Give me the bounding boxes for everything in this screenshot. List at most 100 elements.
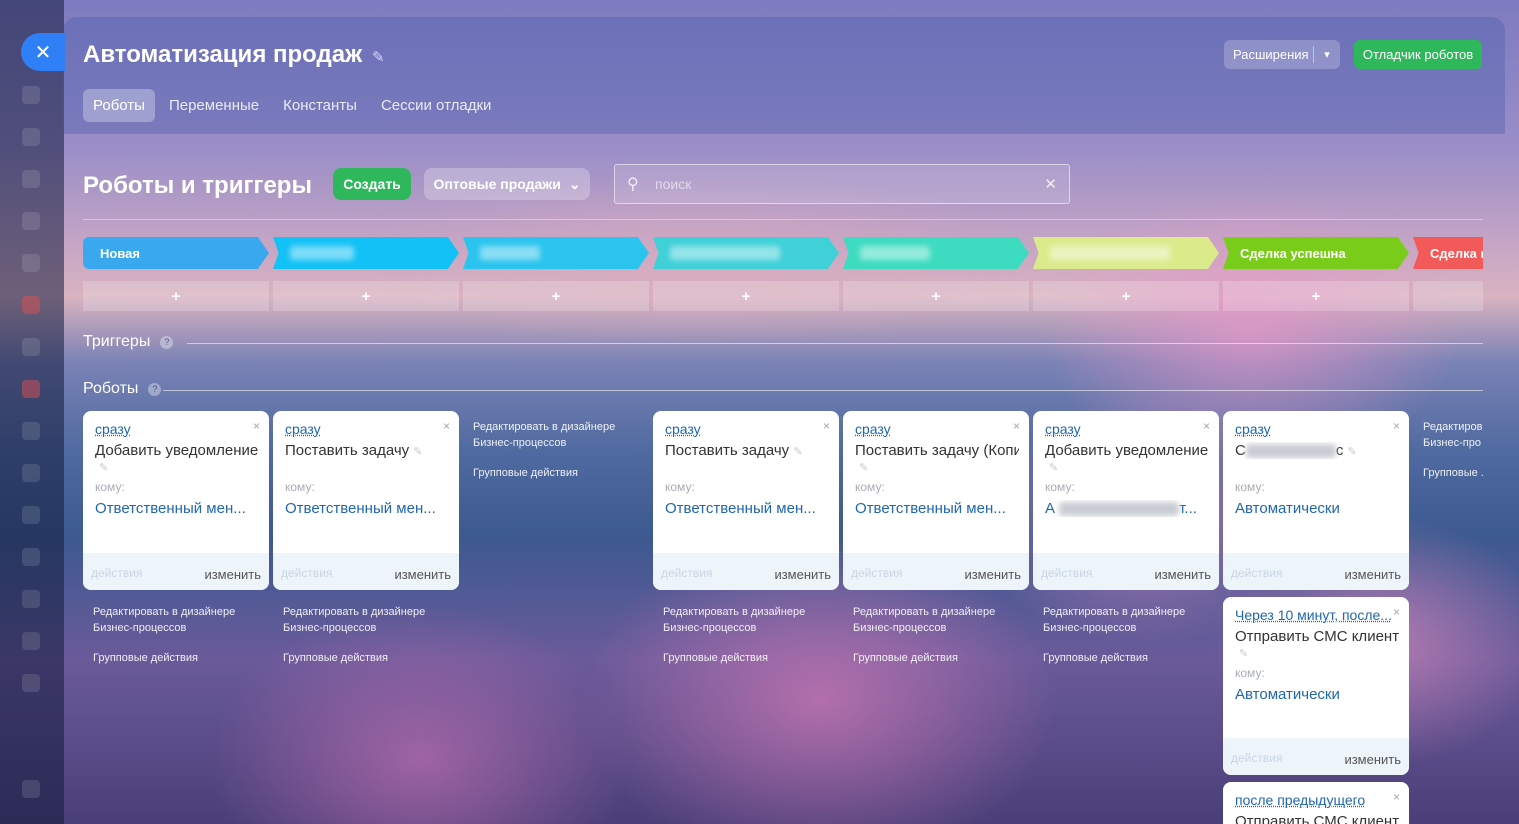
robot-name: Поставить задачу ✎ — [285, 442, 449, 459]
robot-card[interactable]: × после предыдущего Отправить СМС клиент… — [1223, 782, 1409, 824]
delete-robot-icon[interactable]: × — [1203, 419, 1210, 433]
group-actions-link[interactable]: Групповые действия — [283, 650, 443, 666]
change-link[interactable]: изменить — [964, 567, 1021, 582]
add-trigger-button[interactable]: + — [1223, 281, 1409, 311]
robot-card[interactable]: × сразу Поставить задачу ✎ кому: Ответст… — [653, 411, 839, 590]
edit-in-designer-link[interactable]: Редактировать в дизайнере Бизнес-процесс… — [663, 604, 823, 636]
pencil-icon[interactable]: ✎ — [99, 461, 108, 474]
recipient-label: кому: — [1235, 666, 1265, 680]
change-link[interactable]: изменить — [394, 567, 451, 582]
robot-card[interactable]: × сразу Добавить уведомление ✎ кому: Отв… — [83, 411, 269, 590]
robot-card[interactable]: × сразу Поставить задачу ✎ кому: Ответст… — [273, 411, 459, 590]
group-actions-link[interactable]: Групповые . — [1423, 465, 1493, 481]
chevron-down-icon[interactable]: ▾ — [1314, 48, 1340, 61]
robot-trigger-link[interactable]: после предыдущего — [1235, 792, 1365, 808]
delete-robot-icon[interactable]: × — [253, 419, 260, 433]
pencil-icon[interactable]: ✎ — [413, 446, 422, 458]
stage-new[interactable]: Новая — [83, 237, 269, 269]
search-input[interactable] — [655, 173, 1035, 195]
actions-link[interactable]: действия — [281, 566, 332, 580]
actions-link[interactable]: действия — [851, 566, 902, 580]
group-actions-link[interactable]: Групповые действия — [663, 650, 823, 666]
add-trigger-button[interactable]: + — [1033, 281, 1219, 311]
tab-variables[interactable]: Переменные — [159, 89, 269, 122]
tab-debug-sessions[interactable]: Сессии отладки — [371, 89, 501, 122]
robot-trigger-link[interactable]: сразу — [1045, 421, 1081, 437]
robot-trigger-link[interactable]: Через 10 минут, после... — [1235, 607, 1392, 623]
search-box[interactable]: ⚲ ✕ — [614, 164, 1070, 204]
change-link[interactable]: изменить — [204, 567, 261, 582]
robot-card[interactable]: × сразу Сс ✎ кому: Автоматически действи… — [1223, 411, 1409, 590]
add-trigger-button[interactable]: + — [463, 281, 649, 311]
pencil-icon[interactable]: ✎ — [793, 446, 802, 458]
funnel-selector[interactable]: Оптовые продажи ⌄ — [424, 168, 590, 200]
actions-link[interactable]: действия — [661, 566, 712, 580]
robot-trigger-link[interactable]: сразу — [1235, 421, 1271, 437]
delete-robot-icon[interactable]: × — [1393, 790, 1400, 804]
add-trigger-button[interactable]: + — [843, 281, 1029, 311]
pin-icon[interactable]: ✎ — [372, 48, 385, 66]
stage-6[interactable] — [1033, 237, 1219, 269]
change-link[interactable]: изменить — [1344, 567, 1401, 582]
robot-card[interactable]: × сразу Поставить задачу (Копия) ✎ кому:… — [843, 411, 1029, 590]
recipient-value: Ответственный мен... — [665, 500, 816, 517]
close-slider-button[interactable]: ✕ — [21, 33, 65, 71]
clear-search-icon[interactable]: ✕ — [1044, 175, 1057, 193]
robot-trigger-link[interactable]: сразу — [95, 421, 131, 437]
robot-trigger-link[interactable]: сразу — [855, 421, 891, 437]
delete-robot-icon[interactable]: × — [1013, 419, 1020, 433]
group-actions-link[interactable]: Групповые действия — [1043, 650, 1203, 666]
sidebar-icon — [22, 506, 40, 524]
sidebar-icon — [22, 674, 40, 692]
pencil-icon[interactable]: ✎ — [1348, 446, 1357, 458]
stage-label: Новая — [100, 245, 140, 261]
actions-link[interactable]: действия — [91, 566, 142, 580]
tab-robots[interactable]: Роботы — [83, 89, 155, 122]
stage-2[interactable] — [273, 237, 459, 269]
stage-4[interactable] — [653, 237, 839, 269]
robot-trigger-link[interactable]: сразу — [665, 421, 701, 437]
group-actions-link[interactable]: Групповые действия — [473, 465, 633, 481]
extensions-button[interactable]: Расширения ▾ — [1224, 40, 1340, 69]
stage-3[interactable] — [463, 237, 649, 269]
add-trigger-button[interactable]: + — [273, 281, 459, 311]
actions-link[interactable]: действия — [1231, 566, 1282, 580]
add-trigger-button[interactable] — [1413, 281, 1483, 311]
robot-trigger-link[interactable]: сразу — [285, 421, 321, 437]
stage-deal-won[interactable]: Сделка успешна — [1223, 237, 1409, 269]
robot-card[interactable]: × сразу Добавить уведомление ✎ кому: А т… — [1033, 411, 1219, 590]
delete-robot-icon[interactable]: × — [1393, 605, 1400, 619]
add-trigger-button[interactable]: + — [653, 281, 839, 311]
group-actions-link[interactable]: Групповые действия — [93, 650, 253, 666]
pencil-icon[interactable]: ✎ — [859, 461, 868, 474]
help-icon[interactable]: ? — [160, 335, 174, 349]
help-icon[interactable]: ? — [148, 382, 162, 396]
edit-in-designer-link[interactable]: Редактировать в дизайнере Бизнес-процесс… — [473, 419, 633, 451]
change-link[interactable]: изменить — [1344, 752, 1401, 767]
pencil-icon[interactable]: ✎ — [1049, 461, 1058, 474]
robot-card[interactable]: × Через 10 минут, после... Отправить СМС… — [1223, 597, 1409, 775]
delete-robot-icon[interactable]: × — [443, 419, 450, 433]
edit-in-designer-link[interactable]: Редактировать в дизайнере Бизнес-процесс… — [1043, 604, 1203, 636]
edit-in-designer-link[interactable]: Редактировать в дизайнере Бизнес-процесс… — [853, 604, 1013, 636]
edit-in-designer-link[interactable]: Редактировать в дизайнере Бизнес-процесс… — [283, 604, 443, 636]
recipient-value: Ответственный мен... — [285, 500, 436, 517]
delete-robot-icon[interactable]: × — [1393, 419, 1400, 433]
robot-debugger-button[interactable]: Отладчик роботов — [1354, 40, 1482, 69]
actions-link[interactable]: действия — [1041, 566, 1092, 580]
change-link[interactable]: изменить — [774, 567, 831, 582]
change-link[interactable]: изменить — [1154, 567, 1211, 582]
create-button[interactable]: Создать — [333, 168, 411, 200]
funnel-label: Оптовые продажи — [433, 176, 561, 192]
stage-deal-lost[interactable]: Сделка г — [1413, 237, 1483, 269]
tab-constants[interactable]: Константы — [273, 89, 367, 122]
group-actions-link[interactable]: Групповые действия — [853, 650, 1013, 666]
edit-in-designer-link[interactable]: Редактиров Бизнес-про — [1423, 419, 1487, 451]
stage-5[interactable] — [843, 237, 1029, 269]
edit-in-designer-link[interactable]: Редактировать в дизайнере Бизнес-процесс… — [93, 604, 253, 636]
page-title: Автоматизация продаж — [83, 41, 363, 68]
actions-link[interactable]: действия — [1231, 751, 1282, 765]
add-trigger-button[interactable]: + — [83, 281, 269, 311]
pencil-icon[interactable]: ✎ — [1239, 647, 1248, 660]
delete-robot-icon[interactable]: × — [823, 419, 830, 433]
